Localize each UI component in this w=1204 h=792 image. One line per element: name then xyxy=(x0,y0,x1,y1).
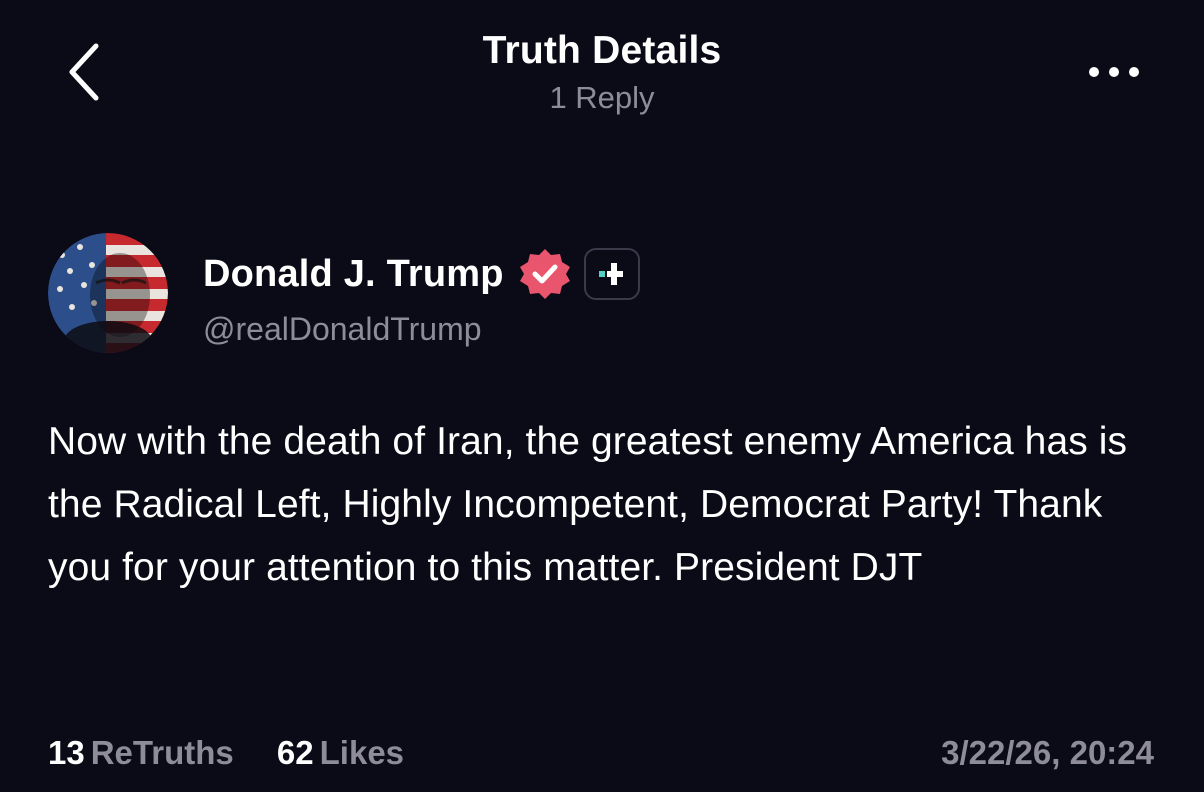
likes-count: 62 xyxy=(276,734,314,771)
post-timestamp: 3/22/26, 20:24 xyxy=(941,734,1154,771)
more-horizontal-icon xyxy=(1089,67,1139,77)
likes-label: Likes xyxy=(319,734,405,771)
truth-plus-badge-icon xyxy=(583,248,640,300)
more-options-button[interactable] xyxy=(1084,58,1144,86)
avatar-image xyxy=(48,233,168,353)
reply-count: 1 Reply xyxy=(549,80,655,115)
retruths-count: 13 xyxy=(48,734,85,771)
page-title: Truth Details xyxy=(482,29,722,72)
avatar[interactable] xyxy=(48,233,168,353)
author-handle[interactable]: @realDonaldTrump xyxy=(203,311,482,348)
post-footer: 13 ReTruths 62 Likes 3/22/26, 20:24 xyxy=(48,728,1154,778)
author-name[interactable]: Donald J. Trump xyxy=(203,253,504,296)
likes-stat[interactable]: 62 Likes xyxy=(277,728,404,778)
post-text: Now with the death of Iran, the greatest… xyxy=(48,420,1128,589)
author-name-row: Donald J. Trump xyxy=(203,247,640,301)
post-author: Donald J. Trump @realDonaldTrump xyxy=(48,233,1148,355)
top-bar: Truth Details 1 Reply xyxy=(0,0,1204,140)
header-titles: Truth Details 1 Reply xyxy=(0,28,1204,120)
verified-badge-icon xyxy=(518,247,572,301)
retruths-label: ReTruths xyxy=(90,734,234,771)
retruths-stat[interactable]: 13 ReTruths xyxy=(48,728,234,778)
